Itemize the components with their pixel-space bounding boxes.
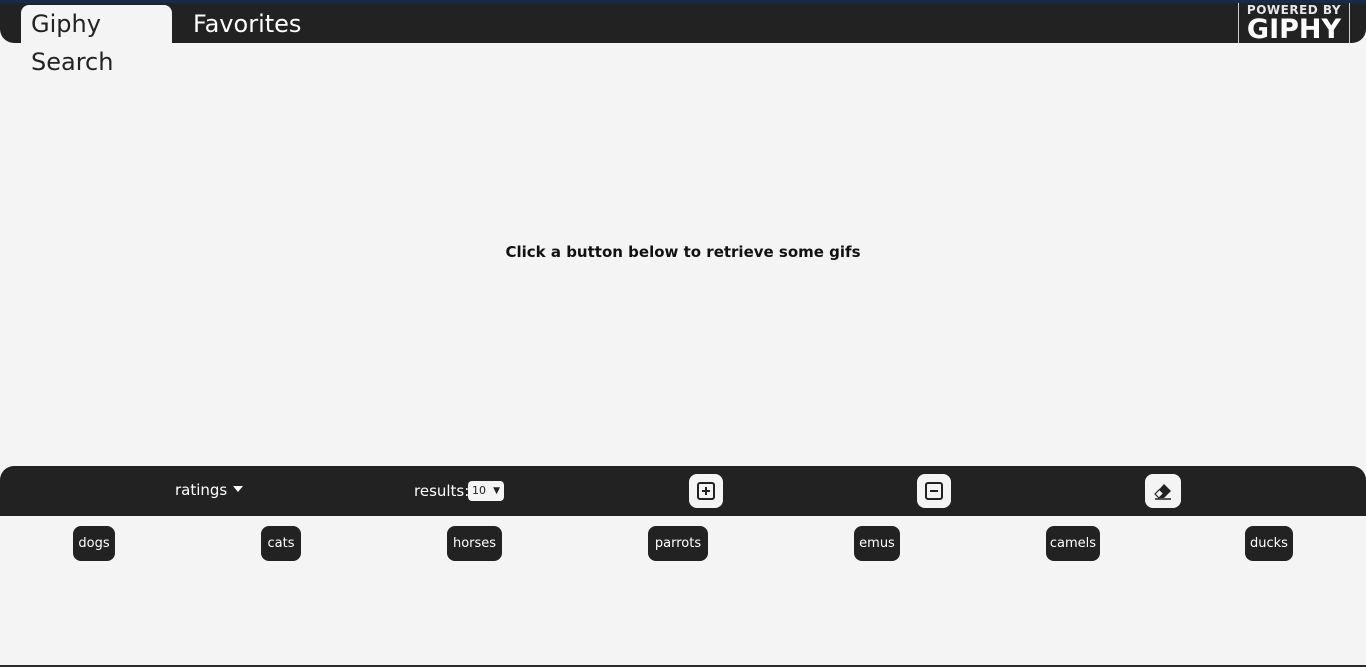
- results-count-value: 10: [472, 484, 486, 497]
- topic-button-horses[interactable]: horses: [447, 526, 502, 561]
- select-arrow-icon: ▼: [493, 486, 500, 496]
- ratings-label: ratings: [175, 481, 228, 499]
- topic-buttons-row: dogs cats horses parrots emus camels duc…: [0, 526, 1366, 562]
- topic-button-parrots[interactable]: parrots: [648, 526, 708, 561]
- results-count-select[interactable]: 10 ▼: [468, 481, 504, 501]
- plus-square-icon: [697, 482, 715, 500]
- tab-favorites[interactable]: Favorites: [183, 5, 303, 43]
- topic-button-cats[interactable]: cats: [261, 526, 301, 561]
- gif-results-area: Click a button below to retrieve some gi…: [0, 43, 1366, 466]
- minus-square-icon: [925, 482, 943, 500]
- topic-button-ducks[interactable]: ducks: [1245, 526, 1293, 561]
- results-label: results:: [414, 482, 470, 500]
- topic-button-emus[interactable]: emus: [854, 526, 900, 561]
- empty-state-message: Click a button below to retrieve some gi…: [505, 243, 861, 261]
- top-navigation-bar: Giphy Search Favorites POWERED BY GIPHY: [0, 3, 1366, 76]
- tab-giphy-search[interactable]: Giphy Search: [21, 5, 172, 76]
- ratings-dropdown[interactable]: ratings: [175, 481, 244, 499]
- logo-brand-text: GIPHY: [1246, 14, 1342, 45]
- topic-button-camels[interactable]: camels: [1046, 526, 1100, 561]
- clear-gifs-button[interactable]: [1145, 474, 1181, 508]
- caret-down-icon: [233, 486, 244, 492]
- eraser-icon: [1154, 484, 1171, 500]
- add-topic-button[interactable]: [689, 474, 723, 508]
- remove-topic-button[interactable]: [917, 474, 951, 508]
- topic-button-dogs[interactable]: dogs: [73, 526, 115, 561]
- app-root: Giphy Search Favorites POWERED BY GIPHY …: [0, 0, 1366, 667]
- powered-by-giphy-logo: POWERED BY GIPHY: [1238, 3, 1350, 43]
- controls-bar: ratings results: 10 ▼: [0, 466, 1366, 516]
